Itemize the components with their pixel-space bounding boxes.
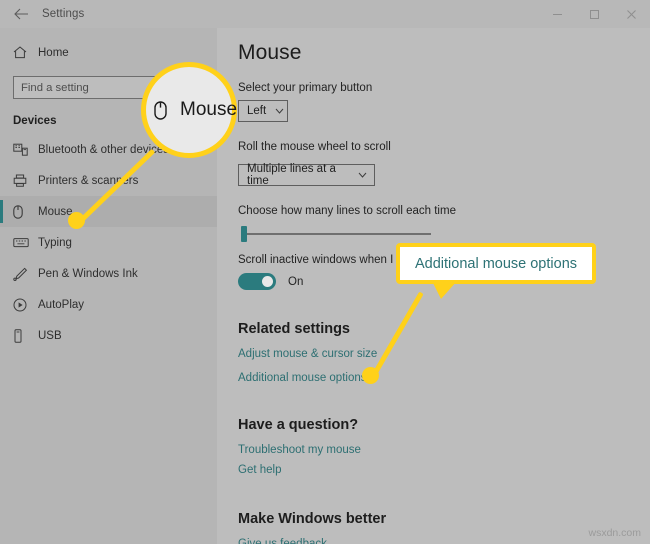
callout-label: Additional mouse options — [414, 255, 578, 272]
usb-icon — [13, 328, 38, 343]
leader-dot-additional-options — [362, 367, 379, 384]
window-title: Settings — [42, 8, 85, 20]
wheel-scroll-value: Multiple lines at a time — [247, 163, 336, 187]
primary-button-select[interactable]: Left — [238, 100, 288, 122]
settings-window: Settings Home Find a setting Devices Blu… — [0, 0, 650, 544]
inactive-scroll-toggle[interactable] — [238, 273, 276, 290]
primary-button-label: Select your primary button — [238, 82, 373, 94]
chevron-down-icon — [358, 171, 367, 180]
keyboard-icon — [13, 237, 38, 248]
wheel-scroll-select[interactable]: Multiple lines at a time — [238, 163, 375, 187]
sidebar-item-label: AutoPlay — [38, 298, 85, 311]
slider-thumb[interactable] — [241, 226, 247, 242]
minimize-icon[interactable] — [539, 0, 576, 28]
link-additional-mouse-options[interactable]: Additional mouse options — [238, 372, 650, 384]
watermark: wsxdn.com — [588, 527, 641, 539]
make-windows-better-heading: Make Windows better — [238, 511, 387, 527]
toggle-state-label: On — [288, 275, 304, 288]
sidebar-item-label: Home — [38, 46, 69, 59]
link-adjust-mouse-cursor-size[interactable]: Adjust mouse & cursor size — [238, 348, 650, 360]
close-icon[interactable] — [613, 0, 650, 28]
sidebar-item-typing[interactable]: Typing — [0, 227, 217, 258]
wheel-scroll-label: Roll the mouse wheel to scroll — [238, 141, 391, 153]
autoplay-icon — [13, 298, 38, 312]
sidebar-item-label: Typing — [38, 236, 72, 249]
link-get-help[interactable]: Get help — [238, 464, 650, 476]
callout-additional-mouse-options: Additional mouse options — [396, 243, 596, 284]
lines-slider[interactable] — [238, 223, 432, 245]
magnifier-callout-mouse: Mouse — [141, 62, 237, 158]
sidebar-item-pen-windows-ink[interactable]: Pen & Windows Ink — [0, 258, 217, 289]
back-arrow-icon[interactable] — [0, 0, 42, 28]
related-settings-heading: Related settings — [238, 321, 350, 337]
title-bar: Settings — [0, 0, 650, 28]
mouse-icon — [13, 204, 38, 219]
home-icon — [13, 46, 38, 59]
window-controls — [539, 0, 650, 28]
maximize-icon[interactable] — [576, 0, 613, 28]
magnifier-label: Mouse — [180, 99, 238, 120]
page-title: Mouse — [238, 41, 302, 64]
chevron-down-icon — [275, 107, 284, 116]
sidebar-item-label: Mouse — [38, 205, 73, 218]
sidebar-item-usb[interactable]: USB — [0, 320, 217, 351]
primary-button-value: Left — [247, 105, 267, 117]
sidebar-item-autoplay[interactable]: AutoPlay — [0, 289, 217, 320]
sidebar-item-label: USB — [38, 329, 62, 342]
lines-slider-label: Choose how many lines to scroll each tim… — [238, 205, 456, 217]
sidebar-item-label: Pen & Windows Ink — [38, 267, 138, 280]
have-a-question-heading: Have a question? — [238, 417, 359, 433]
link-troubleshoot-my-mouse[interactable]: Troubleshoot my mouse — [238, 444, 650, 456]
toggle-knob — [262, 276, 273, 287]
sidebar-item-mouse[interactable]: Mouse — [0, 196, 217, 227]
pen-icon — [13, 267, 38, 281]
search-placeholder: Find a setting — [21, 81, 89, 94]
printer-icon — [13, 174, 38, 187]
bluetooth-devices-icon — [13, 143, 38, 156]
leader-dot-mouse — [68, 212, 85, 229]
slider-track — [243, 233, 431, 235]
mouse-icon — [154, 100, 167, 120]
